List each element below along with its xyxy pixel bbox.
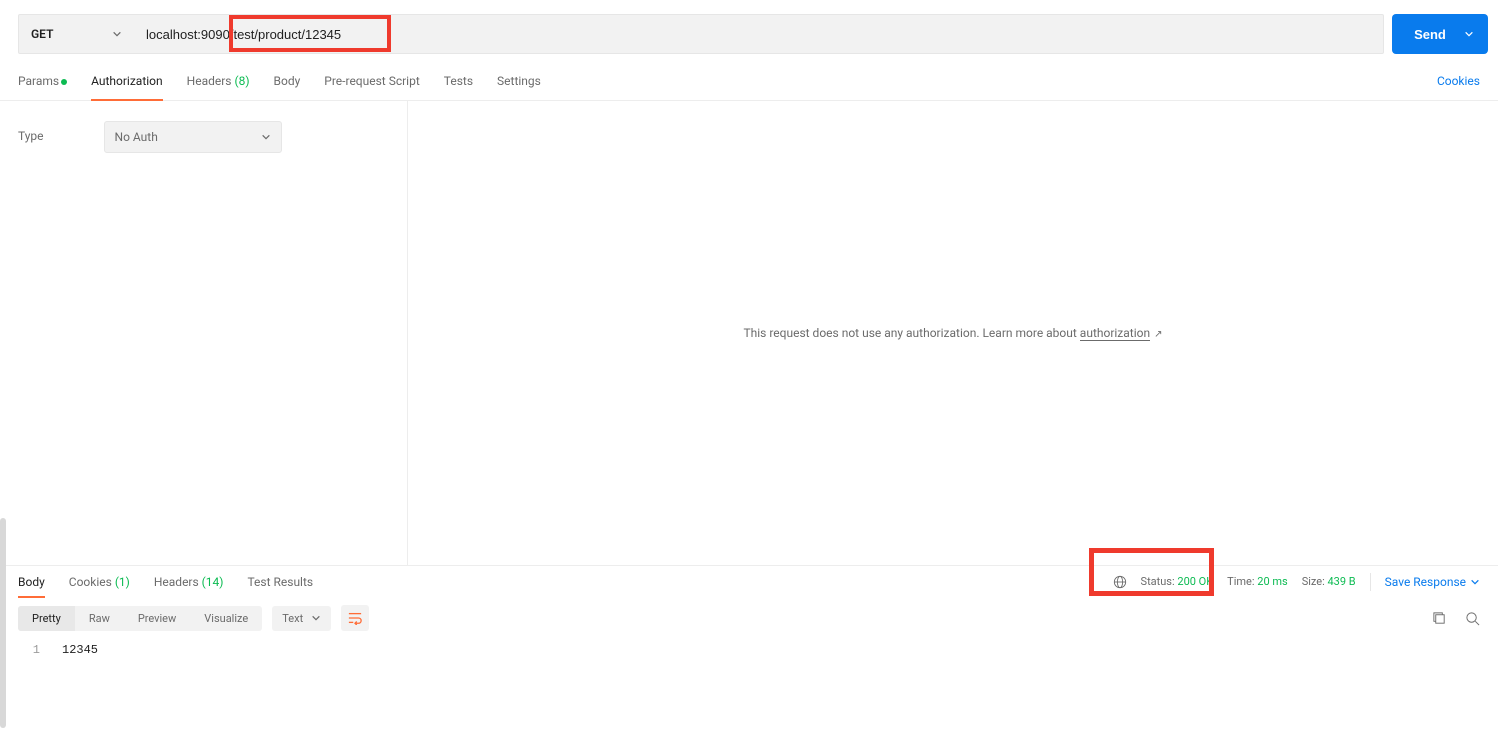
chevron-down-icon [261, 132, 271, 142]
request-url-input[interactable] [134, 15, 1383, 53]
tab-body[interactable]: Body [274, 62, 301, 100]
response-tab-test-results[interactable]: Test Results [247, 567, 313, 597]
request-bar: GET Send [0, 0, 1498, 54]
auth-type-label: Type [18, 121, 44, 545]
auth-learn-more-link[interactable]: authorization [1080, 326, 1150, 341]
method-url-container: GET [18, 14, 1384, 54]
send-button-label: Send [1414, 27, 1446, 42]
response-tabs: Body Cookies (1) Headers (14) Test Resul… [18, 567, 313, 597]
response-tab-headers[interactable]: Headers (14) [154, 567, 224, 597]
wrap-lines-button[interactable] [341, 605, 369, 631]
external-link-icon: ↗ [1154, 329, 1162, 340]
mode-visualize[interactable]: Visualize [190, 606, 262, 631]
send-button[interactable]: Send [1392, 14, 1488, 54]
auth-type-select[interactable]: No Auth [104, 121, 282, 153]
response-view-modes: Pretty Raw Preview Visualize Text [0, 597, 1498, 639]
tab-tests[interactable]: Tests [444, 62, 473, 100]
response-meta: Status: 200 OK Time: 20 ms Size: 439 B S… [1113, 573, 1480, 591]
save-response-button[interactable]: Save Response [1370, 573, 1480, 591]
authorization-panel: Type No Auth This request does not use a… [0, 101, 1498, 565]
chevron-down-icon [311, 613, 321, 623]
params-modified-dot [61, 79, 67, 85]
http-method-select[interactable]: GET [19, 15, 134, 53]
auth-type-value: No Auth [115, 130, 158, 144]
tab-params[interactable]: Params [18, 62, 67, 100]
tab-prerequest[interactable]: Pre-request Script [324, 62, 419, 100]
response-lang-select[interactable]: Text [272, 606, 331, 631]
auth-info-text: This request does not use any authorizat… [743, 326, 1079, 340]
chevron-down-icon [1464, 29, 1474, 39]
cookies-link[interactable]: Cookies [1437, 62, 1480, 100]
scrollbar-hint[interactable] [0, 518, 6, 728]
response-header-row: Body Cookies (1) Headers (14) Test Resul… [0, 565, 1498, 597]
search-icon[interactable] [1465, 611, 1480, 626]
chevron-down-icon [1470, 577, 1480, 587]
tab-headers[interactable]: Headers (8) [187, 62, 250, 100]
auth-info-pane: This request does not use any authorizat… [408, 101, 1498, 565]
response-tab-body[interactable]: Body [18, 567, 45, 597]
mode-pretty[interactable]: Pretty [18, 606, 75, 631]
mode-raw[interactable]: Raw [75, 606, 124, 631]
wrap-icon [348, 611, 362, 625]
copy-icon[interactable] [1432, 611, 1447, 626]
request-tabs: Params Authorization Headers (8) Body Pr… [18, 62, 541, 100]
size-meta[interactable]: Size: 439 B [1302, 575, 1356, 588]
auth-left-pane: Type No Auth [0, 101, 408, 565]
request-tabs-row: Params Authorization Headers (8) Body Pr… [0, 62, 1498, 101]
status-meta[interactable]: Status: 200 OK [1141, 575, 1214, 588]
line-number: 1 [18, 643, 40, 657]
line-content[interactable]: 12345 [62, 643, 98, 657]
tab-settings[interactable]: Settings [497, 62, 541, 100]
http-method-value: GET [31, 27, 53, 41]
response-tab-cookies[interactable]: Cookies (1) [69, 567, 130, 597]
response-toolbar-right [1432, 611, 1480, 626]
view-mode-group: Pretty Raw Preview Visualize [18, 606, 262, 631]
globe-icon[interactable] [1113, 575, 1127, 589]
response-body-area: 1 12345 [0, 639, 1498, 661]
chevron-down-icon [112, 29, 122, 39]
time-meta[interactable]: Time: 20 ms [1227, 575, 1288, 588]
tab-authorization[interactable]: Authorization [91, 62, 163, 100]
mode-preview[interactable]: Preview [124, 606, 190, 631]
response-line: 1 12345 [18, 643, 1480, 657]
